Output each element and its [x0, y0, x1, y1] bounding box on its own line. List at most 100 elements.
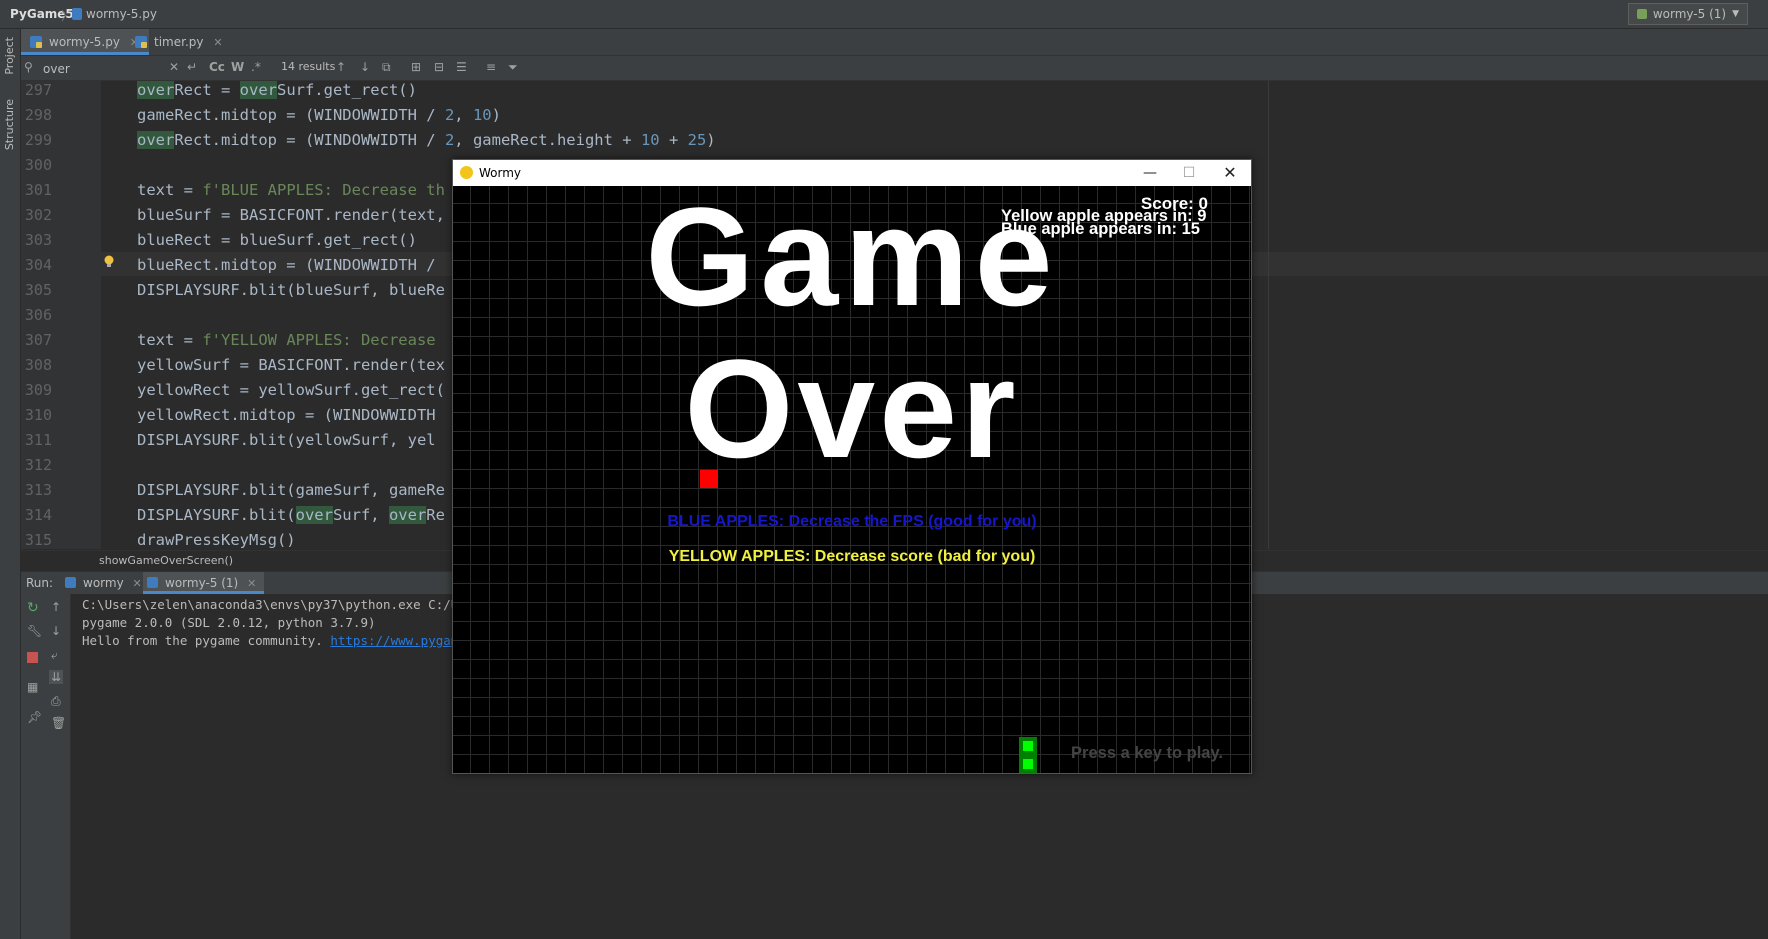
add-occurrence-icon[interactable]: ⊞	[411, 60, 421, 74]
game-over-title-over: Over	[684, 330, 1020, 487]
stop-icon[interactable]	[27, 652, 38, 663]
clear-search-icon[interactable]: ✕	[169, 60, 179, 74]
line-number: 299	[24, 131, 52, 149]
tab-label: wormy-5.py	[49, 35, 120, 49]
breadcrumb-function[interactable]: showGameOverScreen()	[99, 554, 233, 567]
code-line[interactable]: text = f'BLUE APPLES: Decrease th	[137, 181, 445, 199]
code-line[interactable]: yellowRect = yellowSurf.get_rect(	[137, 381, 445, 399]
red-apple	[700, 470, 718, 488]
rerun-icon[interactable]: ↻	[27, 600, 39, 616]
regex-button[interactable]: .*	[251, 60, 261, 74]
whole-words-button[interactable]: W	[231, 60, 244, 74]
code-line[interactable]: DISPLAYSURF.blit(overSurf, overRe	[137, 506, 445, 524]
navigation-bar: PyGame5 〉 wormy-5.py wormy-5 (1) ▼	[0, 0, 1768, 29]
project-tool-button[interactable]: Project	[3, 37, 16, 75]
python-file-icon	[135, 36, 147, 48]
line-number: 306	[24, 306, 52, 324]
trash-icon[interactable]: 🗑︎	[51, 716, 66, 730]
code-line[interactable]: blueRect.midtop = (WINDOWWIDTH /	[137, 256, 436, 274]
minimize-button[interactable]: —	[1135, 163, 1165, 183]
run-tab-label: wormy	[83, 576, 124, 590]
line-number: 311	[24, 431, 52, 449]
code-line[interactable]: blueRect = blueSurf.get_rect()	[137, 231, 417, 249]
line-number: 312	[24, 456, 52, 474]
search-icon[interactable]: ⚲	[24, 60, 33, 74]
code-line[interactable]: gameRect.midtop = (WINDOWWIDTH / 2, 10)	[137, 106, 501, 124]
line-number: 298	[24, 106, 52, 124]
tab-timer[interactable]: timer.py ✕	[126, 29, 233, 55]
code-line[interactable]: overRect = overSurf.get_rect()	[137, 81, 417, 99]
code-line[interactable]: overRect.midtop = (WINDOWWIDTH / 2, game…	[137, 131, 716, 149]
line-number: 305	[24, 281, 52, 299]
run-tab-wormy[interactable]: wormy ✕	[61, 572, 150, 594]
worm-segment	[1023, 741, 1033, 751]
code-line[interactable]: DISPLAYSURF.blit(yellowSurf, yel	[137, 431, 436, 449]
run-label: Run:	[26, 576, 54, 590]
open-in-window-icon[interactable]: ⧉	[382, 60, 391, 75]
remove-occurrence-icon[interactable]: ⊟	[434, 60, 444, 74]
tab-label: timer.py	[154, 35, 204, 49]
close-icon[interactable]: ✕	[213, 36, 222, 49]
print-icon[interactable]: ⎙	[51, 694, 61, 709]
line-number: 314	[24, 506, 52, 524]
code-line[interactable]: DISPLAYSURF.blit(gameSurf, gameRe	[137, 481, 445, 499]
run-config-selector[interactable]: wormy-5 (1) ▼	[1627, 3, 1748, 25]
yellow-apples-message: YELLOW APPLES: Decrease score (bad for y…	[668, 548, 1036, 565]
breadcrumb-file[interactable]: wormy-5.py	[86, 7, 157, 21]
line-number: 308	[24, 356, 52, 374]
code-line[interactable]: text = f'YELLOW APPLES: Decrease	[137, 331, 436, 349]
code-line[interactable]: yellowRect.midtop = (WINDOWWIDTH	[137, 406, 436, 424]
select-all-occurrences-icon[interactable]: ☰	[456, 60, 467, 74]
game-over-title-game: Game	[645, 186, 1059, 335]
line-number: 304	[24, 256, 52, 274]
right-margin-guide	[1268, 81, 1269, 549]
line-number: 313	[24, 481, 52, 499]
match-case-button[interactable]: Cc	[209, 60, 225, 74]
down-arrow-icon[interactable]: ↓	[51, 624, 61, 638]
code-line[interactable]: blueSurf = BASICFONT.render(text,	[137, 206, 445, 224]
scroll-to-end-icon[interactable]: ⇊	[49, 670, 64, 684]
close-icon[interactable]: ✕	[247, 577, 256, 590]
code-line[interactable]: yellowSurf = BASICFONT.render(tex	[137, 356, 445, 374]
pin-icon[interactable]: 📌︎	[27, 710, 42, 724]
line-number: 310	[24, 406, 52, 424]
worm-body	[1019, 737, 1037, 773]
line-number: 297	[24, 81, 52, 99]
previous-occurrence-icon[interactable]: ↑	[336, 60, 346, 74]
python-run-icon	[1636, 9, 1647, 19]
next-occurrence-icon[interactable]: ↓	[360, 60, 370, 74]
up-arrow-icon[interactable]: ↑	[51, 600, 61, 614]
line-number: 303	[24, 231, 52, 249]
console-line: pygame 2.0.0 (SDL 2.0.12, python 3.7.9)	[82, 615, 376, 630]
console-line: C:\Users\zelen\anaconda3\envs\py37\pytho…	[82, 597, 474, 612]
run-config-label: wormy-5 (1)	[1652, 7, 1727, 21]
lightbulb-icon[interactable]	[104, 255, 114, 268]
window-title: Wormy	[479, 166, 522, 180]
run-tab-wormy-5[interactable]: wormy-5 (1) ✕	[143, 572, 265, 594]
python-icon	[147, 577, 158, 588]
game-canvas[interactable]: Score: 0 Yellow apple appears in: 9 Blue…	[453, 186, 1251, 773]
close-button[interactable]: ✕	[1215, 163, 1245, 183]
wrench-icon[interactable]: 🔧︎	[27, 624, 42, 638]
line-number: 301	[24, 181, 52, 199]
line-number: 315	[24, 531, 52, 549]
editor-tab-bar: wormy-5.py ✕ timer.py ✕	[21, 29, 1768, 56]
python-file-icon	[30, 36, 42, 48]
filter-settings-icon[interactable]: ≡	[486, 60, 496, 74]
pygame-icon	[460, 166, 473, 179]
filter-icon[interactable]: ⏷	[508, 60, 518, 75]
worm-segment	[1023, 759, 1033, 769]
console-text: Hello from the pygame community.	[82, 633, 331, 648]
code-line[interactable]: DISPLAYSURF.blit(blueSurf, blueRe	[137, 281, 445, 299]
wormy-game-window[interactable]: Wormy — ☐ ✕ Score: 0 Yellow apple appear…	[452, 159, 1252, 774]
layout-icon[interactable]: ▦	[27, 680, 38, 694]
run-toolbar-secondary: ↑ ↓ ⤶ ⇊ ⎙ 🗑︎	[45, 594, 71, 939]
line-number: 300	[24, 156, 52, 174]
code-line[interactable]: drawPressKeyMsg()	[137, 531, 296, 549]
newline-icon[interactable]: ↵	[187, 60, 197, 74]
maximize-button[interactable]: ☐	[1174, 163, 1204, 183]
soft-wrap-icon[interactable]: ⤶	[51, 648, 58, 663]
console-line: Hello from the pygame community. https:/…	[82, 633, 473, 648]
window-title-bar[interactable]: Wormy — ☐ ✕	[453, 160, 1251, 186]
close-icon[interactable]: ✕	[133, 577, 142, 590]
